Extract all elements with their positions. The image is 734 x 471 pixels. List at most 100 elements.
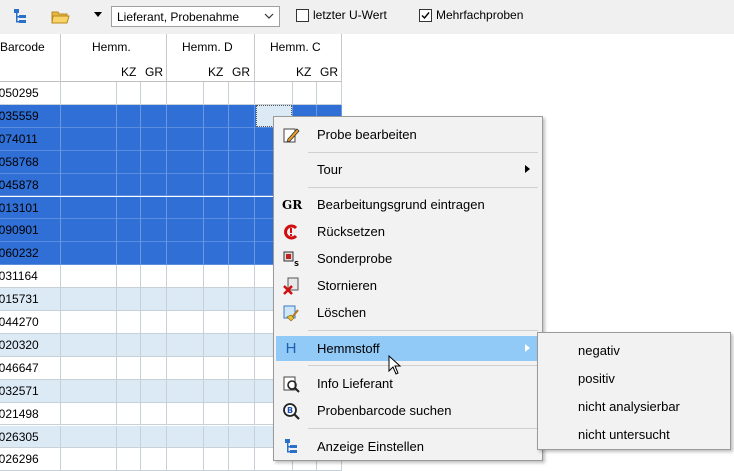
kz-header[interactable]: KZ <box>296 65 311 79</box>
checkbox-box[interactable] <box>296 9 309 22</box>
submenu-item-nicht-analysierbar[interactable]: nicht analysierbar <box>578 399 680 414</box>
barcode-cell[interactable]: 0035559 <box>0 109 52 123</box>
menu-item-ruecksetzen[interactable]: Rücksetzen <box>276 219 540 244</box>
menu-item-stornieren[interactable]: Stornieren <box>276 273 540 298</box>
special-sample-icon: S <box>283 251 299 268</box>
cell-divider <box>166 425 167 449</box>
last-u-value-checkbox[interactable]: letzter U-Wert <box>296 8 414 24</box>
menu-item-info-lieferant[interactable]: Info Lieferant <box>276 371 540 396</box>
cell-divider <box>60 311 61 334</box>
cell-divider <box>203 356 204 380</box>
checkbox-box[interactable] <box>419 9 432 22</box>
cell-divider <box>203 311 204 334</box>
gr-header[interactable]: GR <box>145 65 163 79</box>
cell-divider <box>228 379 229 403</box>
cell-divider <box>116 127 117 151</box>
cell-divider <box>203 127 204 151</box>
chevron-down-icon[interactable] <box>94 12 102 17</box>
hemm-d-header[interactable]: Hemm. D <box>182 40 233 54</box>
barcode-cell[interactable]: 0026296 <box>0 452 52 466</box>
barcode-cell[interactable]: 0044270 <box>0 315 52 329</box>
open-folder-icon[interactable] <box>50 7 70 27</box>
cell-divider <box>228 173 229 197</box>
cell-divider <box>228 104 229 128</box>
hemm-c-header[interactable]: Hemm. C <box>270 40 321 54</box>
multi-samples-label: Mehrfachproben <box>436 8 524 22</box>
menu-item-probe-bearbeiten[interactable]: Probe bearbeiten <box>276 122 540 147</box>
barcode-cell[interactable]: 0013101 <box>0 201 52 215</box>
barcode-cell[interactable]: 0031164 <box>0 269 52 283</box>
barcode-cell[interactable]: 0015731 <box>0 292 52 306</box>
tree-view-icon[interactable] <box>10 7 30 27</box>
hemm-header[interactable]: Hemm. <box>92 40 131 54</box>
barcode-cell[interactable]: 0090901 <box>0 223 52 237</box>
grouping-select[interactable]: Lieferant, Probenahme <box>111 6 280 27</box>
cell-divider <box>203 448 204 471</box>
reset-icon <box>284 224 298 240</box>
barcode-cell[interactable]: 0020320 <box>0 338 52 352</box>
cell-divider <box>60 196 61 220</box>
menu-item-bearbeitungsgrund[interactable]: GR Bearbeitungsgrund eintragen <box>276 192 540 217</box>
cell-divider <box>60 82 61 105</box>
cell-divider <box>203 379 204 403</box>
column-divider <box>60 34 61 82</box>
menu-item-sonderprobe[interactable]: S Sonderprobe <box>276 246 540 271</box>
chevron-right-icon <box>525 344 530 352</box>
barcode-cell[interactable]: 0058768 <box>0 155 52 169</box>
hemmstoff-icon: H <box>285 340 297 357</box>
barcode-header[interactable]: Barcode <box>0 40 45 54</box>
cell-divider <box>166 104 167 128</box>
barcode-cell[interactable]: 0021498 <box>0 407 52 421</box>
supplier-info-icon <box>283 376 300 393</box>
submenu-item-negativ[interactable]: negativ <box>578 343 620 358</box>
cell-divider <box>203 242 204 266</box>
barcode-cell[interactable]: 0074011 <box>0 132 52 146</box>
table-row[interactable]: 0050295 <box>0 82 342 105</box>
cell-divider <box>166 448 167 471</box>
cell-divider <box>228 402 229 426</box>
menu-item-loeschen[interactable]: Löschen <box>276 300 540 325</box>
cell-divider <box>60 265 61 289</box>
cell-divider <box>140 333 141 357</box>
barcode-cell[interactable]: 0032571 <box>0 384 52 398</box>
menu-item-hemmstoff[interactable]: H Hemmstoff <box>276 336 540 361</box>
cell-divider <box>140 402 141 426</box>
cell-divider <box>116 104 117 128</box>
submenu-item-positiv[interactable]: positiv <box>578 371 615 386</box>
menu-item-probenbarcode-suchen[interactable]: B Probenbarcode suchen <box>276 398 540 423</box>
cell-divider <box>341 82 342 105</box>
menu-item-label: Rücksetzen <box>317 224 385 239</box>
barcode-cell[interactable]: 0050295 <box>0 86 52 100</box>
kz-header[interactable]: KZ <box>121 65 136 79</box>
cell-divider <box>116 379 117 403</box>
edit-icon <box>283 128 300 143</box>
cell-divider <box>116 242 117 266</box>
cell-divider <box>228 288 229 311</box>
svg-text:B: B <box>287 406 293 415</box>
gr-header[interactable]: GR <box>320 65 338 79</box>
gr-header[interactable]: GR <box>232 65 250 79</box>
barcode-cell[interactable]: 0046647 <box>0 361 52 375</box>
gr-icon: GR <box>282 198 303 212</box>
cell-divider <box>166 242 167 266</box>
delete-broom-icon <box>283 305 299 322</box>
barcode-cell[interactable]: 0026305 <box>0 430 52 444</box>
cell-divider <box>140 242 141 266</box>
menu-item-tour[interactable]: Tour <box>276 157 540 182</box>
barcode-cell[interactable]: 0045878 <box>0 178 52 192</box>
cell-divider <box>203 402 204 426</box>
multi-samples-checkbox[interactable]: Mehrfachproben <box>419 8 541 24</box>
cell-divider <box>203 82 204 105</box>
cell-divider <box>166 219 167 243</box>
cell-divider <box>254 150 255 174</box>
menu-item-anzeige-einstellen[interactable]: Anzeige Einstellen <box>276 434 540 459</box>
cell-divider <box>166 402 167 426</box>
hemmstoff-submenu: negativ positiv nicht analysierbar nicht… <box>537 332 731 450</box>
menu-separator <box>308 365 538 366</box>
cell-divider <box>140 104 141 128</box>
menu-item-label: Hemmstoff <box>317 341 380 356</box>
kz-header[interactable]: KZ <box>208 65 223 79</box>
cell-divider <box>203 173 204 197</box>
barcode-cell[interactable]: 0060232 <box>0 246 52 260</box>
submenu-item-nicht-untersucht[interactable]: nicht untersucht <box>578 427 670 442</box>
